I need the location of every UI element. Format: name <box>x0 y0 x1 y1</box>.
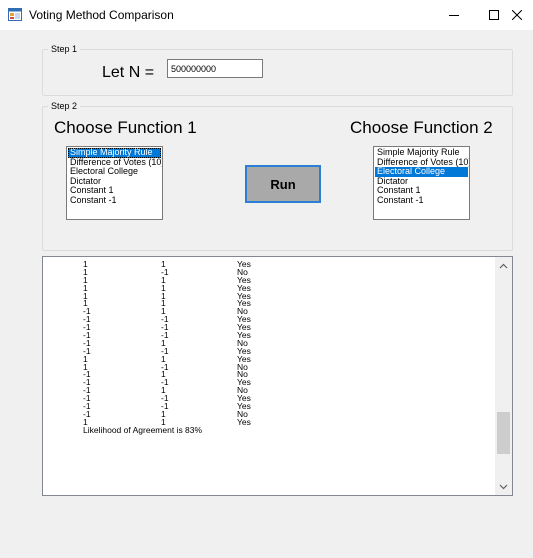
result-row: -1 -1 Yes <box>43 378 495 387</box>
vertical-scrollbar[interactable] <box>495 257 512 495</box>
result-row: 1 1 Yes <box>43 299 495 308</box>
result-row: -1 -1 Yes <box>43 315 495 324</box>
function1-listbox[interactable]: Simple Majority Rule Difference of Votes… <box>66 146 163 220</box>
step2-legend: Step 2 <box>51 101 78 111</box>
result-row: 1 1 Yes <box>43 354 495 363</box>
minimize-icon <box>449 15 459 16</box>
result-row: 1 -1 No <box>43 362 495 371</box>
chevron-up-icon <box>499 263 508 268</box>
result-row: -1 1 No <box>43 370 495 379</box>
agreement-summary: Likelihood of Agreement is 83% <box>83 424 203 435</box>
title-bar[interactable]: Voting Method Comparison <box>0 0 533 30</box>
result-row: 1 1 Yes <box>43 276 495 285</box>
result-row: 1 1 Yes <box>43 291 495 300</box>
n-label: Let N = <box>102 64 155 81</box>
scroll-up-button[interactable] <box>495 257 512 274</box>
result-row: 1 1 Yes <box>43 260 495 269</box>
function2-option[interactable]: Constant -1 <box>375 195 468 206</box>
function1-option[interactable]: Constant -1 <box>68 195 161 206</box>
chevron-down-icon <box>499 484 508 489</box>
run-button[interactable]: Run <box>245 165 321 203</box>
scroll-thumb[interactable] <box>497 411 510 454</box>
result-row: 1 1 Yes <box>43 283 495 292</box>
function1-heading: Choose Function 1 <box>54 118 197 137</box>
step1-legend: Step 1 <box>51 44 78 54</box>
scroll-down-button[interactable] <box>495 478 512 495</box>
result-row: -1 -1 Yes <box>43 402 495 411</box>
minimize-button[interactable] <box>432 0 476 30</box>
close-button[interactable] <box>500 0 533 30</box>
result-row: -1 -1 Yes <box>43 347 495 356</box>
result-row: -1 1 No <box>43 410 495 419</box>
result-row: -1 1 No <box>43 386 495 395</box>
window-title: Voting Method Comparison <box>29 8 174 22</box>
result-row: 1 -1 No <box>43 268 495 277</box>
results-textbox[interactable]: 1 1 Yes 1 -1 No 1 1 Yes 1 1 Yes 1 1 Yes 1 1 Yes -1 1 No -1 -1 Y… <box>42 256 513 496</box>
maximize-icon <box>489 10 499 20</box>
results-lines: 1 1 Yes 1 -1 No 1 1 Yes 1 1 Yes 1 1 Yes 1 1 Yes -1 1 No -1 -1 Y… <box>43 260 495 434</box>
result-row: -1 1 No <box>43 339 495 348</box>
result-row: -1 -1 Yes <box>43 394 495 403</box>
app-window: Voting Method Comparison Step 1 Let N = … <box>0 0 533 558</box>
result-row: -1 1 No <box>43 307 495 316</box>
app-icon <box>8 8 22 21</box>
result-agree-value: Yes <box>237 416 251 427</box>
result-row: -1 -1 Yes <box>43 323 495 332</box>
n-input[interactable] <box>167 59 263 78</box>
function2-heading: Choose Function 2 <box>350 118 493 137</box>
result-row: -1 -1 Yes <box>43 331 495 340</box>
function2-listbox[interactable]: Simple Majority Rule Difference of Votes… <box>373 146 470 220</box>
close-icon <box>511 10 522 20</box>
